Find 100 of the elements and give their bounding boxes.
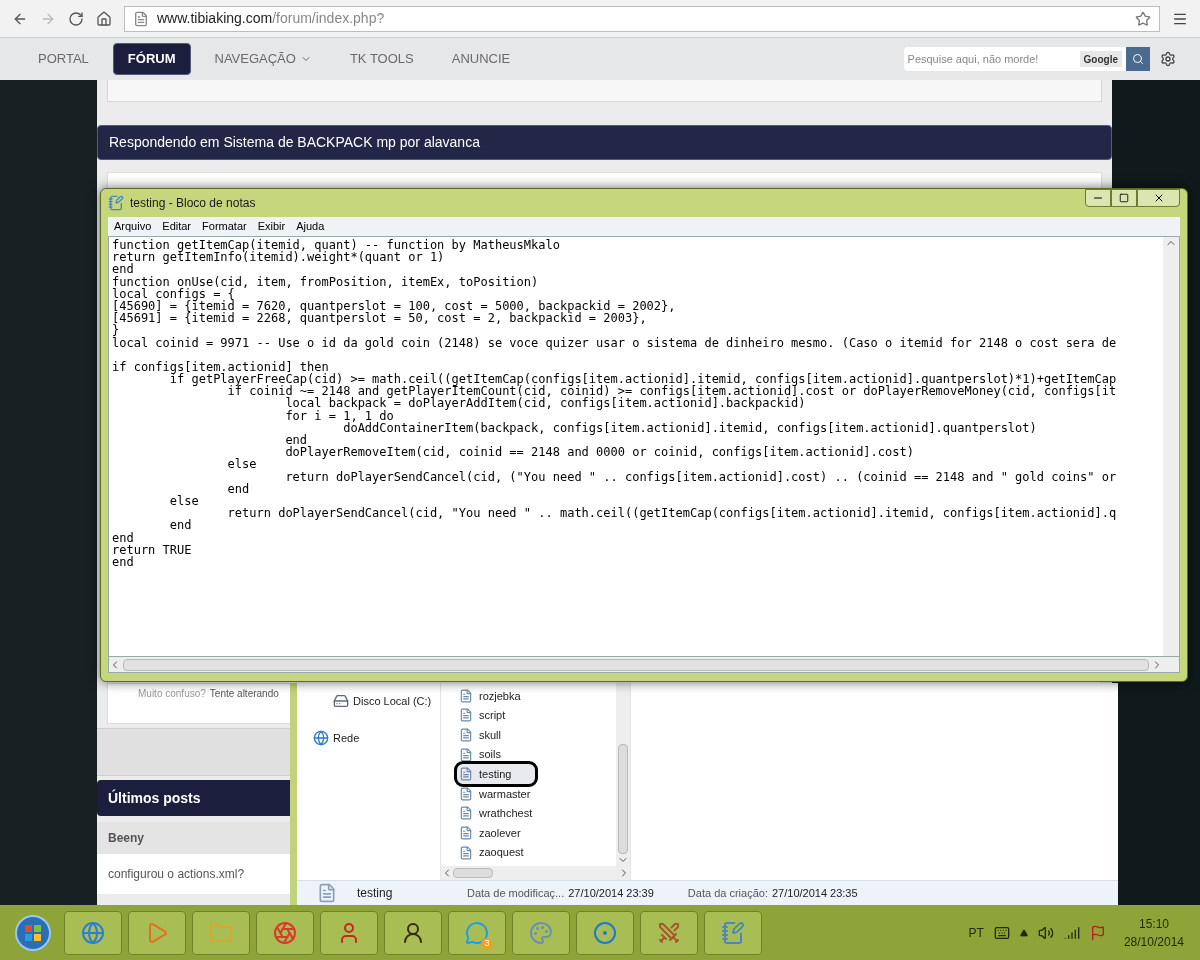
minimize-button[interactable] <box>1085 189 1111 207</box>
flag-icon[interactable] <box>1089 924 1106 941</box>
dots-circle-icon[interactable] <box>593 920 617 945</box>
file-icon <box>459 806 473 821</box>
file-icon <box>459 825 473 840</box>
file-item[interactable]: rozjebka <box>457 686 610 706</box>
speaker-icon[interactable] <box>1037 924 1054 941</box>
nav-tab[interactable]: NAVEGAÇÃO <box>200 43 326 75</box>
taskbar-button[interactable] <box>320 910 378 955</box>
code-line: if coinid ~= 2148 and getPlayerItemCount(cid, coinid) >= configs[item.actionid].cost or doPlayerRemoveMoney(cid, configs[it <box>227 385 1118 398</box>
file-item[interactable]: zaolever <box>457 823 610 843</box>
file-icon <box>459 747 473 762</box>
menu-item[interactable]: Arquivo <box>114 218 152 235</box>
horizontal-scrollbar[interactable] <box>108 657 1180 673</box>
code-line: local backpack = doPlayerAddItem(cid, configs[item.actionid].backpackid) <box>284 397 806 410</box>
nav-tab[interactable]: ANUNCIE <box>437 43 525 75</box>
menu-item[interactable]: Exibir <box>257 218 286 235</box>
code-line: } <box>112 324 120 337</box>
code-line: for i = 1, 1 do <box>284 409 394 422</box>
modified-label: Data de modificaç... <box>467 885 565 901</box>
signal-icon[interactable] <box>1063 924 1080 941</box>
address-bar[interactable]: www.tibiaking.com/forum/index.php? <box>124 5 1160 32</box>
code-line: function getItemCap(itemid, quant) -- function by MatheusMkalo <box>112 239 561 252</box>
vertical-scrollbar[interactable] <box>1163 237 1179 656</box>
maximize-button[interactable] <box>1111 189 1137 207</box>
notification-badge: 3 <box>481 937 493 950</box>
search-button[interactable] <box>1126 47 1150 71</box>
code-line: doPlayerRemoveItem(cid, coinid == 2148 and 0000 or coinid, configs[item.actionid].cost) <box>284 446 915 459</box>
reply-header: Respondendo em Sistema de BACKPACK mp por alavanca <box>97 125 1112 160</box>
file-item[interactable]: zaoquest <box>457 842 610 863</box>
clock-date: 28/10/2014 <box>1123 933 1184 951</box>
menu-item[interactable]: Editar <box>162 218 192 235</box>
code-line: return getItemInfo(itemid).weight*(quant or 1) <box>112 251 446 264</box>
notepad-icon[interactable] <box>721 920 745 945</box>
nav-tab[interactable]: TK TOOLS <box>335 43 428 75</box>
show-hidden-icons[interactable] <box>1019 928 1028 937</box>
code-line: if configs[item.actionid] then <box>112 360 329 374</box>
created-label: Data da criação: <box>687 885 768 901</box>
bookmark-star-icon[interactable] <box>1135 10 1151 27</box>
crossed-swords-icon[interactable] <box>657 920 681 945</box>
scroll-thumb[interactable] <box>618 744 628 854</box>
code-line: local coinid = 9971 -- Use o id da gold coin (2148) se voce quizer usar o sistema de dinheiro mesmo. (Caso o itemid for 2148 o cost sera de <box>112 336 1118 349</box>
code-line: end <box>226 482 251 495</box>
taskbar-button[interactable] <box>640 910 698 955</box>
taskbar-button[interactable] <box>384 910 442 955</box>
menu-item[interactable]: Formatar <box>202 218 247 235</box>
code-line: doAddContainerItem(backpack, configs[item.actionid].itemid, configs[item.actionid].quantperslot) <box>342 421 1038 434</box>
file-icon <box>459 786 473 801</box>
file-icon <box>317 883 337 903</box>
file-item[interactable]: soils <box>457 744 610 765</box>
code-line: end <box>284 434 308 447</box>
created-date: 27/10/2014 23:35 <box>771 885 858 901</box>
reload-icon[interactable] <box>68 10 84 27</box>
scroll-thumb[interactable] <box>453 868 493 878</box>
horizontal-scrollbar[interactable] <box>441 866 630 880</box>
file-item[interactable]: wrathchest <box>457 803 610 824</box>
modified-date: 27/10/2014 23:39 <box>568 885 654 901</box>
home-icon[interactable] <box>96 10 112 27</box>
language-indicator[interactable]: PT <box>968 923 984 942</box>
file-item[interactable]: script <box>457 705 610 726</box>
start-orb-icon[interactable] <box>15 914 51 951</box>
round-logo-icon[interactable] <box>273 920 297 945</box>
code-line: if getPlayerFreeCap(cid) >= math.ceil((getItemCap(configs[item.actionid].itemid, configs[item.actionid].quantperslot)*1)+getItemCap <box>169 373 1118 386</box>
navigation-item[interactable]: Rede <box>313 729 440 746</box>
settings-icon[interactable] <box>1160 51 1176 67</box>
clock[interactable]: 15:10 28/10/2014 <box>1115 914 1192 951</box>
person-icon[interactable] <box>401 920 425 945</box>
file-item[interactable]: testing <box>457 764 535 784</box>
code-line: return doPlayerSendCancel(cid, "You need " .. math.ceil((getItemCap(configs[item.actionid].itemid, configs[item.actionid].q <box>226 507 1118 520</box>
nav-tab[interactable]: PORTAL <box>24 43 103 75</box>
close-button[interactable] <box>1137 189 1180 207</box>
palette-icon[interactable] <box>529 920 553 945</box>
search-provider-label: Google <box>1075 47 1126 71</box>
scroll-thumb[interactable] <box>123 658 1149 671</box>
file-item[interactable]: warmaster <box>457 783 610 804</box>
vertical-scrollbar[interactable] <box>616 683 630 866</box>
navigation-item[interactable]: Disco Local (C:) <box>333 693 440 710</box>
page-icon <box>133 10 149 27</box>
search-field[interactable]: Pesquise aqui, não morde! <box>903 47 1076 71</box>
nav-tab[interactable]: FÓRUM <box>112 43 191 75</box>
maximize-icon <box>1119 193 1129 203</box>
hint-link[interactable]: Tente alterando <box>209 686 279 701</box>
code-line: else <box>226 458 258 471</box>
file-icon <box>459 708 473 723</box>
drive-icon <box>333 693 349 710</box>
menu-item[interactable]: Ajuda <box>296 218 325 235</box>
code-line: [45691] = {itemid = 2268, quantperslot = 50, cost = 2, backpackid = 2003}, <box>112 312 647 325</box>
code-line: end <box>112 555 135 569</box>
chat-icon[interactable] <box>465 920 489 945</box>
file-item[interactable]: skull <box>457 725 610 745</box>
code-line: end <box>112 263 134 276</box>
globe-icon[interactable] <box>81 920 105 945</box>
network-icon <box>313 729 329 746</box>
code-line: end <box>112 531 135 544</box>
keyboard-icon[interactable] <box>993 924 1010 941</box>
code-line: function onUse(cid, item, fromPosition, itemEx, toPosition) <box>112 275 540 288</box>
post-author[interactable]: Beeny <box>108 829 145 847</box>
file-icon <box>459 728 473 742</box>
file-icon <box>459 688 473 703</box>
selected-file-name: testing <box>357 885 394 902</box>
